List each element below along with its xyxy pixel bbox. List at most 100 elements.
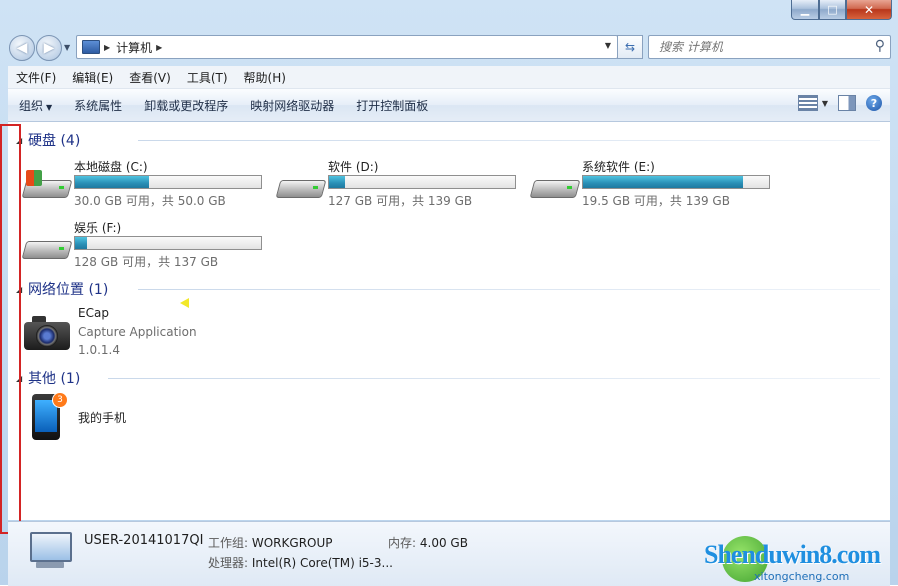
collapse-triangle-icon[interactable]: ◢: [16, 136, 28, 145]
group-title: 硬盘 (4): [28, 133, 81, 149]
recent-pages-dropdown[interactable]: ▼: [64, 43, 70, 52]
network-location-ecap[interactable]: ECap Capture Application 1.0.1.4: [24, 306, 274, 366]
refresh-button[interactable]: ⇆: [617, 35, 643, 59]
command-bar: 组织 ▼ 系统属性 卸载或更改程序 映射网络驱动器 打开控制面板 ▼ ?: [8, 89, 890, 122]
menu-edit[interactable]: 编辑(E): [64, 69, 121, 86]
windows-logo-icon: [26, 170, 42, 186]
details-pane: USER-20141017QI 工作组: WORKGROUP 内存: 4.00 …: [8, 521, 890, 586]
network-item-version: 1.0.1.4: [78, 343, 120, 357]
arrow-right-icon: ▶: [43, 40, 55, 56]
refresh-icon: ⇆: [624, 40, 636, 54]
arrow-left-icon: ◀: [16, 40, 28, 56]
watermark-subtext: xitongcheng.com: [754, 570, 850, 583]
drive-usage-fill: [583, 176, 743, 188]
watermark: Shenduwin8.com xitongcheng.com: [704, 534, 884, 584]
drive-usage-bar: [74, 175, 262, 189]
drive-name: 娱乐 (F:): [74, 221, 122, 235]
drive-d[interactable]: 软件 (D:) 127 GB 可用，共 139 GB: [275, 158, 518, 214]
drive-name: 软件 (D:): [328, 160, 379, 174]
group-header-hard-disks[interactable]: ◢ 硬盘 (4): [16, 130, 80, 150]
collapse-triangle-icon[interactable]: ◢: [16, 374, 28, 383]
organize-label: 组织: [19, 98, 44, 113]
search-icon[interactable]: ⚲: [875, 38, 885, 54]
drive-icon: [529, 174, 581, 198]
processor-value: Intel(R) Core(TM) i5-3...: [251, 556, 393, 570]
uninstall-program-button[interactable]: 卸载或更改程序: [133, 97, 239, 114]
drive-space-info: 19.5 GB 可用，共 139 GB: [582, 194, 730, 208]
windows-drive-icon: [21, 170, 73, 198]
drive-icon: [275, 174, 327, 198]
menu-view[interactable]: 查看(V): [121, 69, 179, 86]
explorer-window: ▁ □ ✕ ◀ ▶ ▼ ▶ 计算机 ▶ ▼ ⇆ ⚲ 文件(F) 编辑(E) 查看…: [0, 0, 898, 586]
drive-f[interactable]: 娱乐 (F:) 128 GB 可用，共 137 GB: [21, 219, 264, 275]
drive-usage-bar: [74, 236, 262, 250]
watermark-text: Shenduwin8.com: [704, 540, 881, 569]
computer-icon: [82, 40, 100, 54]
view-controls: ▼ ?: [797, 95, 882, 111]
address-dropdown-icon[interactable]: ▼: [605, 41, 611, 50]
breadcrumb-arrow-icon[interactable]: ▶: [156, 43, 162, 52]
group-title: 其他 (1): [28, 371, 81, 387]
group-header-other[interactable]: ◢ 其他 (1): [16, 368, 80, 388]
computer-icon: [26, 532, 72, 570]
open-control-panel-button[interactable]: 打开控制面板: [345, 97, 439, 114]
drive-icon: [21, 235, 73, 259]
back-button[interactable]: ◀: [9, 35, 35, 61]
search-input[interactable]: [657, 39, 861, 55]
system-properties-button[interactable]: 系统属性: [63, 97, 133, 114]
collapse-triangle-icon[interactable]: ◢: [16, 285, 28, 294]
camera-icon: [24, 314, 70, 350]
address-bar[interactable]: ▶ 计算机 ▶ ▼: [76, 35, 618, 59]
memory-info: 内存: 4.00 GB: [388, 534, 468, 551]
map-network-drive-button[interactable]: 映射网络驱动器: [239, 97, 345, 114]
chevron-down-icon: ▼: [46, 102, 53, 112]
group-divider: [138, 140, 880, 141]
drive-usage-fill: [329, 176, 345, 188]
help-icon[interactable]: ?: [866, 95, 882, 111]
processor-info: 处理器: Intel(R) Core(TM) i5-3...: [208, 554, 393, 571]
breadcrumb-computer[interactable]: 计算机: [116, 39, 152, 56]
chevron-down-icon[interactable]: ▼: [822, 99, 828, 108]
close-button[interactable]: ✕: [846, 0, 892, 20]
workgroup-value: WORKGROUP: [251, 536, 333, 550]
drive-space-info: 128 GB 可用，共 137 GB: [74, 255, 219, 269]
forward-button[interactable]: ▶: [36, 35, 62, 61]
change-view-icon[interactable]: [797, 95, 818, 111]
drive-usage-bar: [582, 175, 770, 189]
caption-buttons: ▁ □ ✕: [791, 0, 892, 21]
minimize-button[interactable]: ▁: [791, 0, 819, 20]
maximize-button[interactable]: □: [819, 0, 846, 20]
drive-usage-bar: [328, 175, 516, 189]
network-item-description: Capture Application: [78, 325, 197, 339]
computer-name: USER-20141017QI: [84, 533, 204, 548]
memory-value: 4.00 GB: [419, 536, 468, 550]
search-box[interactable]: ⚲: [648, 35, 891, 59]
content-area: ◢ 硬盘 (4) 本地磁盘 (C:) 30.0 GB 可用，共 50.0 GB …: [8, 122, 890, 520]
breadcrumb-arrow-icon[interactable]: ▶: [104, 43, 110, 52]
workgroup-info: 工作组: WORKGROUP: [208, 534, 333, 551]
drive-usage-fill: [75, 237, 88, 249]
workgroup-label: 工作组:: [208, 536, 249, 550]
group-title: 网络位置 (1): [28, 282, 109, 298]
drive-usage-fill: [75, 176, 150, 188]
memory-label: 内存:: [388, 536, 417, 550]
menu-help[interactable]: 帮助(H): [236, 69, 294, 86]
drive-space-info: 30.0 GB 可用，共 50.0 GB: [74, 194, 226, 208]
notification-badge: 3: [52, 392, 68, 408]
drive-name: 本地磁盘 (C:): [74, 160, 148, 174]
drive-space-info: 127 GB 可用，共 139 GB: [328, 194, 473, 208]
menu-file[interactable]: 文件(F): [8, 69, 64, 86]
drive-c[interactable]: 本地磁盘 (C:) 30.0 GB 可用，共 50.0 GB: [21, 158, 264, 214]
preview-pane-icon[interactable]: [838, 95, 856, 111]
menu-tools[interactable]: 工具(T): [179, 69, 236, 86]
group-header-network[interactable]: ◢ 网络位置 (1): [16, 279, 108, 299]
organize-button[interactable]: 组织 ▼: [8, 97, 63, 114]
group-divider: [138, 289, 880, 290]
device-name: 我的手机: [78, 411, 127, 425]
device-my-phone[interactable]: 3 我的手机: [32, 392, 232, 444]
drive-e[interactable]: 系统软件 (E:) 19.5 GB 可用，共 139 GB: [529, 158, 772, 214]
network-item-name: ECap: [78, 306, 109, 320]
group-divider: [108, 378, 880, 379]
phone-icon: 3: [32, 392, 68, 440]
drive-name: 系统软件 (E:): [582, 160, 655, 174]
